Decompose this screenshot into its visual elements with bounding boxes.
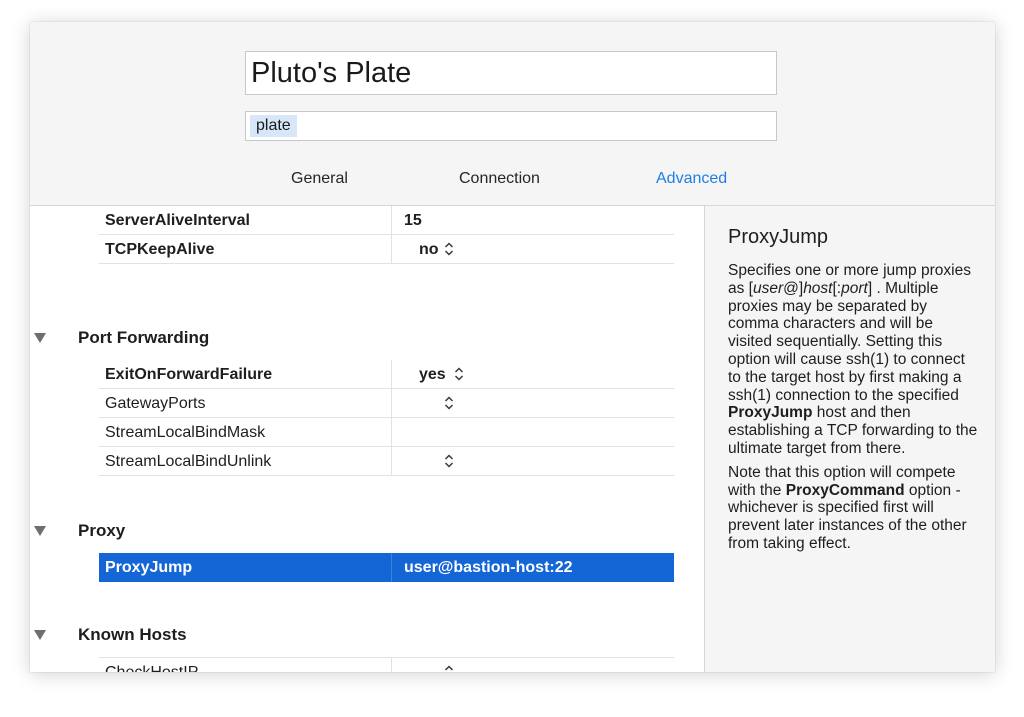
alias-field[interactable]: plate bbox=[245, 111, 777, 141]
chevron-updown-icon[interactable] bbox=[444, 664, 454, 672]
column-divider bbox=[391, 206, 392, 235]
option-key: ExitOnForwardFailure bbox=[105, 366, 273, 383]
help-title: ProxyJump bbox=[728, 226, 829, 248]
chevron-updown-icon[interactable] bbox=[444, 453, 454, 469]
section-label: Known Hosts bbox=[78, 625, 187, 644]
option-value-field[interactable]: user@bastion-host:22 bbox=[404, 553, 573, 582]
column-divider bbox=[391, 235, 392, 264]
help-text-italic: port bbox=[841, 279, 868, 297]
help-text-bold: ProxyCommand bbox=[785, 481, 905, 499]
option-value-field[interactable]: 15 bbox=[404, 206, 422, 235]
section-label: Port Forwarding bbox=[78, 328, 210, 347]
option-key: TCPKeepAlive bbox=[105, 241, 215, 258]
section-proxy[interactable]: Proxy bbox=[30, 517, 670, 545]
option-row-streamlocalbindunlink[interactable]: StreamLocalBindUnlink bbox=[99, 447, 674, 476]
disclosure-triangle-icon[interactable] bbox=[34, 630, 46, 640]
option-row-streamlocalbindmask[interactable]: StreamLocalBindMask bbox=[99, 418, 674, 447]
column-divider bbox=[391, 360, 392, 389]
help-text: ] . Multiple proxies may be separated by… bbox=[728, 279, 965, 404]
option-value-popup[interactable]: yes bbox=[419, 360, 446, 389]
option-key: StreamLocalBindMask bbox=[105, 424, 266, 441]
help-text: [: bbox=[832, 279, 842, 297]
tab-connection[interactable]: Connection bbox=[459, 170, 540, 188]
column-divider bbox=[391, 658, 392, 672]
disclosure-triangle-icon[interactable] bbox=[34, 526, 46, 536]
option-row-tcpkeepalive[interactable]: TCPKeepAlive no bbox=[99, 235, 674, 264]
chevron-updown-icon[interactable] bbox=[444, 241, 454, 257]
help-panel: ProxyJump Specifies one or more jump pro… bbox=[704, 206, 995, 672]
help-body: Specifies one or more jump proxies as [u… bbox=[728, 262, 980, 559]
option-key: ServerAliveInterval bbox=[105, 212, 250, 229]
chevron-updown-icon[interactable] bbox=[444, 395, 454, 411]
column-divider bbox=[391, 553, 392, 582]
option-key: StreamLocalBindUnlink bbox=[105, 453, 272, 470]
column-divider bbox=[391, 418, 392, 447]
help-text-italic: user bbox=[752, 279, 784, 297]
header-area: Pluto's Plate plate General Connection A… bbox=[30, 22, 995, 206]
help-text-bold: ProxyJump bbox=[728, 404, 813, 422]
help-text: @] bbox=[783, 279, 804, 297]
option-value-popup[interactable]: no bbox=[419, 235, 439, 264]
option-row-serveraliveinterval[interactable]: ServerAliveInterval 15 bbox=[99, 206, 674, 235]
option-row-exitonforwardfailure[interactable]: ExitOnForwardFailure yes bbox=[99, 360, 674, 389]
option-key: GatewayPorts bbox=[105, 395, 206, 412]
option-row-proxyjump[interactable]: ProxyJump user@bastion-host:22 bbox=[99, 553, 674, 582]
alias-token[interactable]: plate bbox=[250, 115, 297, 137]
help-paragraph: Note that this option will compete with … bbox=[728, 464, 980, 553]
host-editor-window: Pluto's Plate plate General Connection A… bbox=[30, 22, 995, 672]
help-paragraph: Specifies one or more jump proxies as [u… bbox=[728, 262, 980, 458]
option-row-checkhostip[interactable]: CheckHostIP bbox=[99, 657, 674, 672]
section-port-forwarding[interactable]: Port Forwarding bbox=[30, 324, 670, 352]
disclosure-triangle-icon[interactable] bbox=[34, 333, 46, 343]
chevron-updown-icon[interactable] bbox=[454, 366, 464, 382]
column-divider bbox=[391, 389, 392, 418]
option-row-gatewayports[interactable]: GatewayPorts bbox=[99, 389, 674, 418]
option-key: CheckHostIP bbox=[105, 658, 198, 672]
section-label: Proxy bbox=[78, 521, 126, 540]
option-key: ProxyJump bbox=[105, 559, 193, 576]
help-text-italic: host bbox=[803, 279, 833, 297]
tab-general[interactable]: General bbox=[291, 170, 348, 188]
options-list: ServerAliveInterval 15 TCPKeepAlive no P… bbox=[30, 206, 704, 672]
section-known-hosts[interactable]: Known Hosts bbox=[30, 621, 670, 649]
column-divider bbox=[391, 447, 392, 476]
tab-advanced[interactable]: Advanced bbox=[656, 170, 727, 188]
host-name-field[interactable]: Pluto's Plate bbox=[245, 51, 777, 95]
